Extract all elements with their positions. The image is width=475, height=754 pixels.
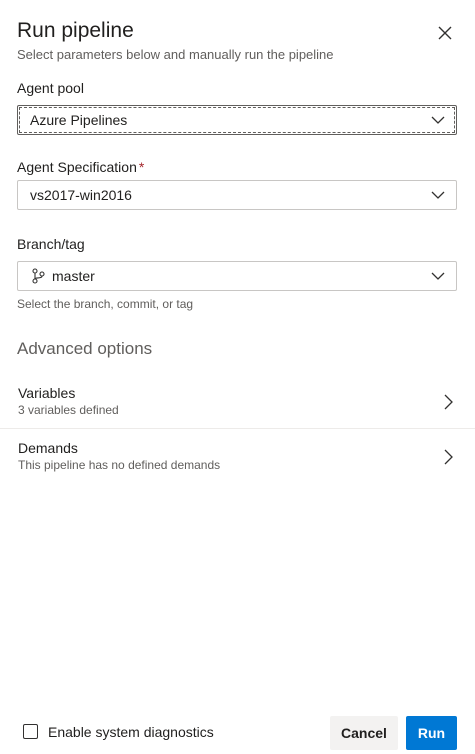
demands-option[interactable]: Demands This pipeline has no defined dem… <box>0 439 475 479</box>
panel-title: Run pipeline <box>17 19 134 42</box>
branch-value: master <box>52 268 95 284</box>
diagnostics-checkbox[interactable] <box>23 724 38 739</box>
diagnostics-checkbox-label[interactable]: Enable system diagnostics <box>48 723 214 741</box>
agent-spec-value: vs2017-win2016 <box>30 187 132 203</box>
advanced-options-title: Advanced options <box>17 339 153 358</box>
chevron-right-icon <box>440 447 456 467</box>
chevron-right-icon <box>440 392 456 412</box>
variables-option-description: 3 variables defined <box>18 403 119 417</box>
chevron-down-icon <box>430 268 446 284</box>
branch-helper-text: Select the branch, commit, or tag <box>17 297 194 311</box>
panel-header: Run pipeline Select parameters below and… <box>17 18 415 64</box>
demands-option-title: Demands <box>18 440 78 456</box>
agent-pool-label: Agent pool <box>17 80 84 96</box>
run-button[interactable]: Run <box>406 716 457 750</box>
git-branch-icon <box>30 268 46 284</box>
variables-option-title: Variables <box>18 385 76 401</box>
cancel-button[interactable]: Cancel <box>330 716 398 750</box>
agent-pool-value: Azure Pipelines <box>30 112 128 128</box>
chevron-down-icon <box>430 112 446 128</box>
agent-spec-label: Agent Specification * <box>17 158 144 176</box>
branch-label: Branch/tag <box>17 236 85 252</box>
panel-subtitle: Select parameters below and manually run… <box>17 47 334 62</box>
branch-dropdown[interactable]: master <box>17 261 457 291</box>
close-icon <box>438 26 452 40</box>
run-pipeline-panel: Run pipeline Select parameters below and… <box>0 0 475 754</box>
chevron-down-icon <box>430 187 446 203</box>
required-marker: * <box>138 159 145 175</box>
agent-spec-dropdown[interactable]: vs2017-win2016 <box>17 180 457 210</box>
agent-spec-label-text: Agent Specification <box>17 159 137 175</box>
close-button[interactable] <box>432 20 458 46</box>
variables-option[interactable]: Variables 3 variables defined <box>0 384 475 429</box>
demands-option-description: This pipeline has no defined demands <box>18 458 221 472</box>
agent-pool-dropdown[interactable]: Azure Pipelines <box>17 105 457 135</box>
